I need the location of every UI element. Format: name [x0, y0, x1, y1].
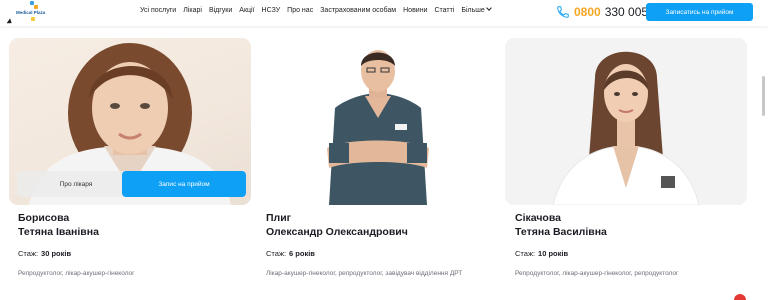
experience-label: Стаж:: [515, 249, 536, 258]
logo-text: Medical Plaza: [16, 10, 46, 15]
doctor-experience: Стаж: 10 років: [515, 249, 755, 258]
doctor-photo: [257, 38, 499, 205]
experience-value: 30 років: [41, 249, 72, 258]
logo-mark-dot-2: [31, 17, 35, 21]
doctor-surname[interactable]: Плиг: [266, 211, 506, 225]
doctor-specialty: Репродуктолог, лікар-акушер-гінеколог, р…: [515, 270, 679, 277]
doctor-photo: [505, 38, 747, 205]
doctor-info: Борисова Тетяна Іванівна Стаж: 30 років Р…: [18, 211, 258, 277]
doctor-card-borysova[interactable]: Про лікаря Запис на прийом: [9, 38, 251, 205]
doctor-experience: Стаж: 6 років: [266, 249, 506, 258]
phone-icon: [557, 6, 569, 18]
nav-item-more-label: Більше: [461, 7, 485, 14]
nav-item-services[interactable]: Усі послуги: [140, 7, 176, 14]
page-scrollbar[interactable]: [762, 76, 765, 116]
nav-item-articles[interactable]: Статті: [434, 7, 454, 14]
phone-prefix: 0800: [574, 5, 601, 19]
doctor-given-name[interactable]: Тетяна Іванівна: [18, 225, 258, 239]
nav-item-reviews[interactable]: Відгуки: [209, 7, 232, 14]
nav-item-about[interactable]: Про нас: [287, 7, 313, 14]
chat-widget-icon[interactable]: [734, 294, 746, 300]
experience-label: Стаж:: [18, 249, 39, 258]
phone-number: 330 005: [604, 5, 649, 19]
site-header: Medical Plaza Усі послуги Лікарі Відгуки…: [0, 0, 768, 26]
logo-mark-dot: [34, 5, 38, 9]
experience-value: 10 років: [538, 249, 569, 258]
doctor-specialty: Репродуктолог, лікар-акушер-гінеколог: [18, 270, 135, 277]
nav-item-doctors[interactable]: Лікарі: [183, 7, 202, 14]
chevron-down-icon: [485, 5, 492, 11]
nav-item-more[interactable]: Більше: [461, 5, 492, 14]
phone-link[interactable]: 0800 330 005: [556, 4, 648, 20]
logo[interactable]: Medical Plaza: [14, 1, 54, 23]
doctor-card-plyh[interactable]: [257, 38, 499, 205]
doctor-info: Сікачова Тетяна Василівна Стаж: 10 років …: [515, 211, 755, 277]
experience-value: 6 років: [289, 249, 315, 258]
doctor-given-name[interactable]: Тетяна Василівна: [515, 225, 755, 239]
nav-item-promotions[interactable]: Акції: [239, 7, 254, 14]
doctor-experience: Стаж: 30 років: [18, 249, 258, 258]
about-doctor-button[interactable]: Про лікаря: [17, 171, 135, 197]
nav-item-nszu[interactable]: НСЗУ: [262, 7, 281, 14]
doctor-info: Плиг Олександр Олександрович Стаж: 6 рокі…: [266, 211, 506, 277]
nav-item-insured[interactable]: Застрахованим особам: [320, 7, 396, 14]
doctor-surname[interactable]: Сікачова: [515, 211, 755, 225]
main-nav: Усі послуги Лікарі Відгуки Акції НСЗУ Пр…: [140, 5, 492, 14]
doctor-surname[interactable]: Борисова: [18, 211, 258, 225]
experience-label: Стаж:: [266, 249, 287, 258]
doctor-card-sikachova[interactable]: [505, 38, 747, 205]
doctor-given-name[interactable]: Олександр Олександрович: [266, 225, 506, 239]
nav-item-news[interactable]: Новини: [403, 7, 427, 14]
book-appointment-button[interactable]: Записатись на прийом: [646, 3, 753, 21]
doctor-specialty: Лікар-акушер-гінеколог, репродуктолог, з…: [266, 270, 463, 277]
book-doctor-button[interactable]: Запис на прийом: [122, 171, 246, 197]
